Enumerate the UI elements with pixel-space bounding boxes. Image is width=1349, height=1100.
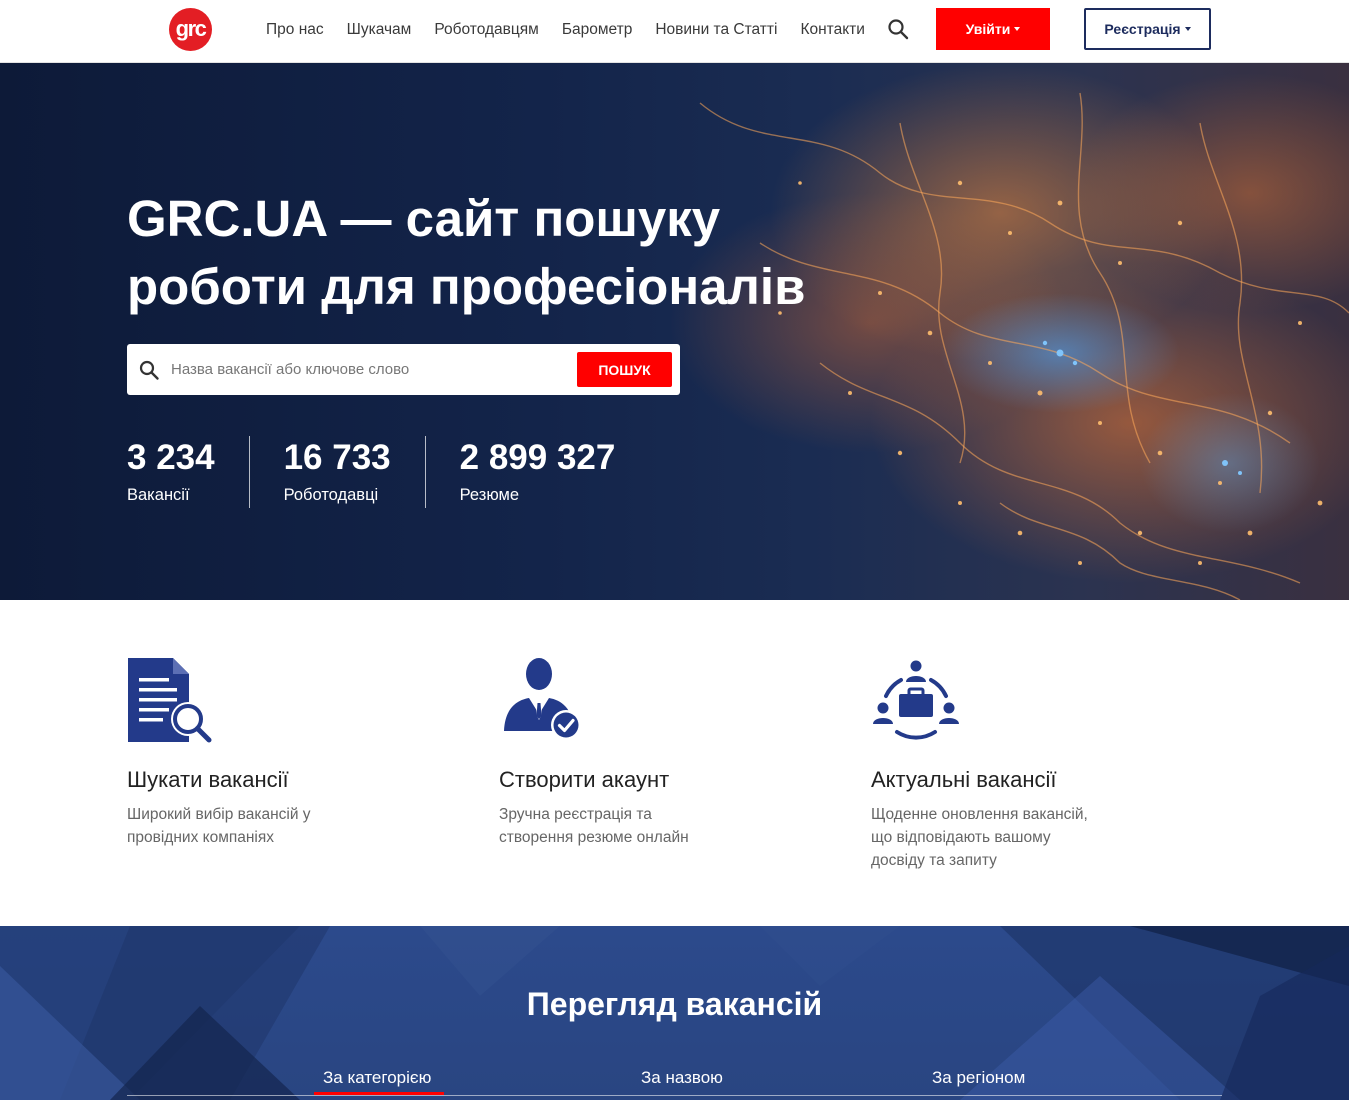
job-search-form: ПОШУК [127, 344, 680, 395]
login-button[interactable]: Увійти [936, 8, 1050, 50]
feature-description-line: що відповідають вашому [871, 829, 1051, 846]
active-tab-indicator [314, 1092, 444, 1095]
stat-value: 2 899 327 [459, 438, 616, 477]
nav-item-employers[interactable]: Роботодавцям [434, 21, 538, 39]
site-header: grc Про нас Шукачам Роботодавцям Баромет… [0, 0, 1349, 63]
feature-description-line: Зручна реєстрація та [499, 806, 652, 823]
browse-vacancies-section: Перегляд вакансій За категорією За назво… [0, 926, 1349, 1100]
feature-description: Щоденне оновлення вакансій, що відповіда… [871, 803, 1171, 872]
feature-description-line: досвіду та запиту [871, 852, 997, 869]
feature-description: Широкий вибір вакансій у провідних компа… [127, 803, 427, 849]
feature-description-line: створення резюме онлайн [499, 829, 689, 846]
stats-bar: 3 234 Вакансії 16 733 Роботодавці 2 899 … [127, 436, 649, 509]
stat-value: 16 733 [283, 438, 391, 477]
feature-description-line: Широкий вибір вакансій у [127, 806, 311, 823]
tab-by-category[interactable]: За категорією [323, 1068, 431, 1088]
site-logo[interactable]: grc [169, 8, 212, 51]
user-check-icon [504, 658, 581, 740]
search-icon [138, 359, 160, 381]
world-map-lights-image [699, 92, 1349, 600]
stat-employers: 16 733 Роботодавці [284, 436, 426, 508]
feature-description-line: провідних компаніях [127, 829, 275, 846]
job-search-button[interactable]: ПОШУК [577, 352, 672, 387]
feature-actual-jobs: Актуальні вакансії Щоденне оновлення вак… [871, 656, 1171, 872]
nav-item-contacts[interactable]: Контакти [800, 21, 864, 39]
search-icon[interactable] [886, 17, 910, 41]
tab-by-title[interactable]: За назвою [641, 1068, 723, 1088]
feature-description: Зручна реєстрація та створення резюме он… [499, 803, 799, 849]
feature-search-jobs: Шукати вакансії Широкий вибір вакансій у… [127, 656, 427, 849]
job-search-input[interactable] [171, 354, 571, 384]
nav-item-news[interactable]: Новини та Статті [655, 21, 777, 39]
register-label: Реєстрація [1104, 21, 1181, 37]
team-briefcase-icon [873, 660, 959, 740]
hero-title: GRC.UA — сайт пошуку роботи для професіо… [127, 185, 847, 321]
browse-title: Перегляд вакансій [526, 986, 823, 1022]
tab-by-region[interactable]: За регіоном [932, 1068, 1025, 1088]
stat-value: 3 234 [127, 438, 215, 477]
nav-item-about[interactable]: Про нас [266, 21, 324, 39]
nav-item-jobseekers[interactable]: Шукачам [347, 21, 412, 39]
document-search-icon [128, 658, 212, 743]
caret-down-icon [1014, 27, 1021, 31]
feature-title: Шукати вакансії [127, 767, 289, 792]
feature-create-account: Створити акаунт Зручна реєстрація та ств… [499, 656, 799, 849]
stat-label: Вакансії [127, 486, 190, 504]
stat-label: Резюме [459, 486, 520, 504]
stat-vacancies: 3 234 Вакансії [127, 436, 250, 508]
feature-title: Створити акаунт [499, 767, 670, 792]
stat-label: Роботодавці [283, 486, 379, 504]
features-section: Шукати вакансії Широкий вибір вакансій у… [0, 600, 1349, 926]
stat-resumes: 2 899 327 Резюме [460, 436, 650, 508]
hero-title-line-1: GRC.UA — сайт пошуку [127, 190, 721, 247]
feature-title: Актуальні вакансії [871, 767, 1057, 792]
feature-description-line: Щоденне оновлення вакансій, [871, 806, 1088, 823]
main-nav: Про нас Шукачам Роботодавцям Барометр Но… [266, 0, 888, 60]
nav-item-barometer[interactable]: Барометр [562, 21, 633, 39]
hero-banner: GRC.UA — сайт пошуку роботи для професіо… [0, 63, 1349, 600]
caret-down-icon [1184, 27, 1191, 31]
tabs-divider [127, 1095, 1222, 1096]
hero-title-line-2: роботи для професіоналів [127, 258, 806, 315]
register-button[interactable]: Реєстрація [1084, 8, 1211, 50]
login-label: Увійти [965, 21, 1011, 37]
